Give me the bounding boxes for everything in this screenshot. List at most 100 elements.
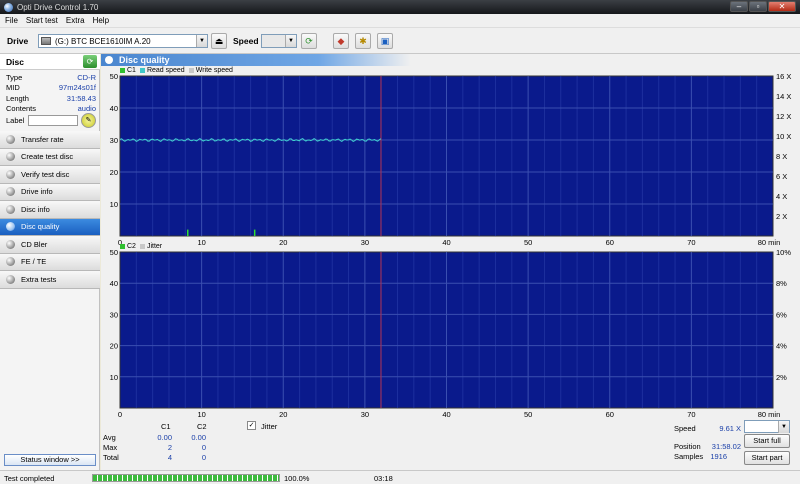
disc-mid-key: MID — [6, 83, 20, 92]
c2-header: C2 — [197, 422, 207, 431]
nav-label: Drive info — [21, 187, 53, 197]
speed-select[interactable]: ▼ — [261, 34, 297, 48]
save-button[interactable]: ▣ — [377, 33, 393, 49]
nav-label: Verify test disc — [21, 169, 70, 179]
y2-tick-label: 6 X — [776, 172, 787, 181]
y2-tick-label: 10% — [776, 250, 791, 257]
speed-label: Speed — [233, 36, 259, 46]
chevron-down-icon[interactable]: ▼ — [285, 35, 296, 47]
disc-contents-row: Contents audio — [6, 104, 96, 113]
nav-fe-te-icon — [6, 257, 15, 267]
legend-read-speed: Read speed — [146, 67, 185, 74]
nav-disc-quality[interactable]: Disc quality — [0, 218, 100, 236]
start-full-button[interactable]: Start full — [744, 434, 790, 448]
y-tick-label: 10 — [110, 200, 118, 209]
nav-create-test-disc[interactable]: Create test disc — [0, 148, 100, 166]
nav-list: Transfer rate Create test disc Verify te… — [0, 131, 100, 289]
x-tick-label: 10 — [197, 238, 205, 247]
disc-contents-key: Contents — [6, 104, 37, 113]
x-tick-label: 30 — [361, 410, 369, 419]
y-tick-label: 30 — [110, 136, 118, 145]
menu-file[interactable]: File — [5, 16, 18, 25]
erase-button[interactable]: ◆ — [333, 33, 349, 49]
status-text: Test completed — [4, 474, 55, 483]
left-panel: Disc ⟳ Type CD-R MID 97m24s01f Length 31… — [0, 54, 100, 470]
disc-contents-value: audio — [77, 104, 96, 113]
nav-disc-quality-icon — [6, 222, 15, 232]
nav-verify-test-disc-icon — [6, 169, 15, 179]
bottom-chart-legend: C2 Jitter — [120, 243, 162, 250]
position-value: 31:58.02 — [711, 442, 741, 451]
c2-chart-svg: 0 10 20 30 40 50 60 70 80 min 10 20 30 40 50 2% 4% 6% 8% 1… — [110, 248, 792, 419]
c2-avg-value: 0.00 — [191, 433, 206, 442]
disc-quality-header: Disc quality — [101, 54, 411, 66]
nav-fe-te[interactable]: FE / TE — [0, 253, 100, 271]
x-tick-label: 30 — [361, 238, 369, 247]
menu-extra[interactable]: Extra — [66, 16, 85, 25]
drive-value: (G:) BTC BCE1610IM A.20 — [55, 36, 151, 46]
nav-verify-test-disc[interactable]: Verify test disc — [0, 166, 100, 184]
disc-length-key: Length — [6, 94, 29, 103]
disc-length-row: Length 31:58.43 — [6, 94, 96, 103]
settings-button[interactable]: ✱ — [355, 33, 371, 49]
y2-tick-label: 16 X — [776, 74, 791, 81]
eject-button[interactable]: ⏏ — [211, 33, 227, 49]
position-label: Position — [674, 442, 701, 451]
nav-extra-tests-icon — [6, 274, 15, 284]
nav-transfer-rate[interactable]: Transfer rate — [0, 131, 100, 149]
disc-label-key: Label — [6, 116, 25, 125]
speed-dropdown[interactable]: ▼ — [744, 420, 790, 433]
disc-type-row: Type CD-R — [6, 73, 96, 82]
minimize-button[interactable]: – — [730, 1, 748, 12]
refresh-disc-button[interactable]: ⟳ — [83, 55, 97, 68]
nav-extra-tests[interactable]: Extra tests — [0, 271, 100, 289]
start-part-button[interactable]: Start part — [744, 451, 790, 465]
c2-chart: 0 10 20 30 40 50 60 70 80 min 10 20 30 40 50 2% 4% 6% 8% 1… — [101, 248, 800, 422]
x-tick-label: 80 min — [758, 238, 781, 247]
chevron-down-icon[interactable]: ▼ — [196, 35, 207, 47]
gear-icon: ✱ — [359, 36, 367, 46]
x-tick-label: 40 — [442, 238, 450, 247]
disc-length-value: 31:58.43 — [66, 94, 96, 103]
chevron-down-icon[interactable]: ▼ — [778, 421, 789, 433]
jitter-checkbox-label: Jitter — [261, 422, 278, 431]
total-label: Total — [103, 453, 119, 462]
drive-select[interactable]: (G:) BTC BCE1610IM A.20 ▼ — [38, 34, 208, 48]
nav-drive-info[interactable]: Drive info — [0, 183, 100, 201]
label-apply-button[interactable]: ✎ — [81, 113, 96, 128]
legend-c2: C2 — [127, 243, 136, 250]
status-window-button[interactable]: Status window >> — [4, 454, 96, 466]
progress-percent: 100.0% — [284, 474, 310, 483]
nav-create-test-disc-icon — [6, 152, 15, 162]
menu-start-test[interactable]: Start test — [26, 16, 58, 25]
menu-help[interactable]: Help — [93, 16, 109, 25]
c2-max-value: 0 — [201, 443, 206, 452]
menu-bar: File Start test Extra Help — [0, 14, 800, 28]
jitter-checkbox[interactable]: ✓ — [247, 421, 256, 430]
disc-type-key: Type — [6, 73, 23, 82]
elapsed-time: 03:18 — [374, 474, 393, 483]
maximize-button[interactable]: ▫ — [749, 1, 767, 12]
nav-disc-info[interactable]: Disc info — [0, 201, 100, 219]
disc-label-input[interactable] — [28, 115, 78, 126]
refresh-speed-button[interactable]: ⟳ — [301, 33, 317, 49]
x-tick-label: 50 — [524, 410, 532, 419]
y2-tick-label: 2% — [776, 373, 787, 382]
y2-tick-label: 8% — [776, 279, 787, 288]
x-tick-label: 20 — [279, 238, 287, 247]
nav-cd-bler[interactable]: CD Bler — [0, 236, 100, 254]
legend-jitter-swatch — [139, 244, 145, 249]
window-title: Opti Drive Control 1.70 — [17, 2, 99, 12]
y-tick-label: 50 — [110, 74, 118, 81]
y-tick-label: 10 — [110, 373, 118, 382]
x-tick-label: 20 — [279, 410, 287, 419]
nav-drive-info-icon — [6, 187, 15, 197]
y2-tick-label: 6% — [776, 310, 787, 319]
samples-label: Samples — [674, 452, 704, 461]
c1-total-value: 4 — [167, 453, 172, 462]
c2-total-value: 0 — [201, 453, 206, 462]
close-button[interactable]: ✕ — [768, 1, 796, 12]
c1-header: C1 — [161, 422, 171, 431]
samples-value: 1916 — [710, 452, 727, 461]
disc-quality-icon — [105, 56, 113, 64]
